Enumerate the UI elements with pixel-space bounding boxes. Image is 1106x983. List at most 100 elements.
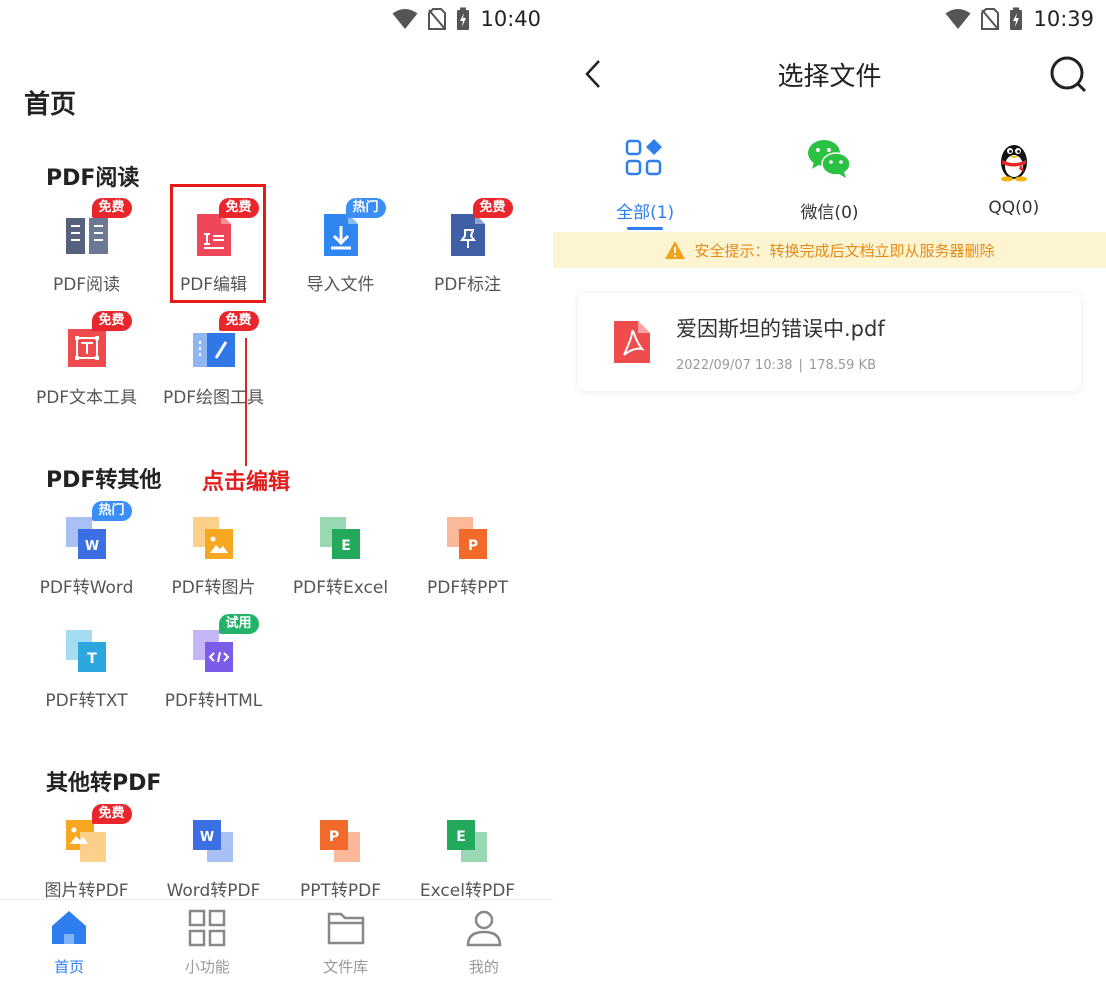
tool-image-to-pdf[interactable]: 免费 图片转PDF xyxy=(23,794,150,907)
tool-pdf-text[interactable]: 免费 PDF文本工具 xyxy=(23,301,150,414)
status-bar: 10:40 xyxy=(392,0,541,38)
pdf-to-image-icon xyxy=(191,515,237,561)
tab-wechat[interactable]: 微信(0) xyxy=(737,130,921,230)
pdf-to-other-grid: W 热门 PDF转Word PDF转图片 E PDF转Excel P PDF转P… xyxy=(23,491,531,717)
tool-label: PPT转PDF xyxy=(299,881,381,901)
pdf-read-icon: 免费 xyxy=(64,198,132,258)
tab-label: 微信(0) xyxy=(800,203,859,223)
badge-hot: 热门 xyxy=(345,198,386,218)
pdf-to-html-icon: 试用 xyxy=(191,614,259,674)
ppt-to-pdf-icon: P xyxy=(318,818,364,864)
tool-pdf-to-ppt[interactable]: P PDF转PPT xyxy=(404,491,531,604)
nav-label: 文件库 xyxy=(323,958,369,976)
other-to-pdf-grid: 免费 图片转PDF W Word转PDF P PPT转PDF E Excel转P… xyxy=(23,794,531,907)
page-title: 首页 xyxy=(24,90,77,120)
source-tabs: 全部(1) 微信(0) QQ(0) xyxy=(553,130,1106,230)
security-notice: 安全提示：转换完成后文档立即从服务器删除 xyxy=(553,232,1106,268)
svg-text:E: E xyxy=(341,538,351,554)
badge-free: 免费 xyxy=(91,804,132,824)
select-file-screen: 10:39 选择文件 全部(1) 微信(0) QQ(0) 安全提示：转换完成后文… xyxy=(553,0,1106,983)
home-icon xyxy=(52,911,87,944)
user-icon xyxy=(466,910,502,947)
tool-pdf-to-image[interactable]: PDF转图片 xyxy=(150,491,277,604)
tool-label: Word转PDF xyxy=(166,881,261,901)
tool-label: 导入文件 xyxy=(306,275,375,295)
tool-label: 图片转PDF xyxy=(44,881,129,901)
badge-free: 免费 xyxy=(472,198,513,218)
pdf-to-ppt-icon: P xyxy=(445,515,491,561)
status-bar: 10:39 xyxy=(945,0,1094,38)
tool-ppt-to-pdf[interactable]: P PPT转PDF xyxy=(277,794,404,907)
no-sim-icon xyxy=(981,8,1000,30)
tool-label: PDF阅读 xyxy=(52,275,121,295)
header-title: 选择文件 xyxy=(777,62,882,92)
tool-pdf-to-txt[interactable]: T PDF转TXT xyxy=(23,604,150,717)
search-icon[interactable] xyxy=(1048,54,1088,94)
tool-pdf-read[interactable]: 免费 PDF阅读 xyxy=(23,188,150,301)
pdf-to-word-icon: W 热门 xyxy=(64,501,132,561)
tool-label: PDF转PPT xyxy=(426,578,508,598)
battery-charging-icon xyxy=(1010,7,1023,30)
tool-label: PDF文本工具 xyxy=(35,388,138,408)
status-time: 10:39 xyxy=(1033,7,1094,31)
tab-label: 全部(1) xyxy=(616,203,675,223)
tool-label: Excel转PDF xyxy=(419,881,516,901)
wechat-icon xyxy=(808,140,852,178)
file-meta: 2022/09/07 10:38 | 178.59 KB xyxy=(676,358,876,373)
tool-import-file[interactable]: 热门 导入文件 xyxy=(277,188,404,301)
grid-icon xyxy=(189,909,226,947)
qq-icon xyxy=(1000,145,1027,182)
section-title-pdf-to-other: PDF转其他 xyxy=(46,468,162,493)
excel-to-pdf-icon: E xyxy=(445,818,491,864)
svg-text:P: P xyxy=(467,538,477,554)
file-name: 爱因斯坦的错误中.pdf xyxy=(676,317,885,341)
pdf-text-tool-icon: 免费 xyxy=(64,311,132,371)
nav-mine[interactable]: 我的 xyxy=(415,900,553,983)
nav-home[interactable]: 首页 xyxy=(0,900,138,983)
pdf-file-icon xyxy=(614,321,650,363)
warning-icon xyxy=(665,241,686,259)
tool-label: PDF标注 xyxy=(433,275,502,295)
badge-free: 免费 xyxy=(91,311,132,331)
bottom-nav: 首页 小功能 文件库 我的 xyxy=(0,899,553,983)
pdf-annotate-icon: 免费 xyxy=(445,198,513,258)
tool-label: PDF转HTML xyxy=(164,691,263,711)
highlight-box xyxy=(170,184,266,303)
tool-label: PDF转图片 xyxy=(171,578,256,598)
tool-pdf-to-excel[interactable]: E PDF转Excel xyxy=(277,491,404,604)
tool-excel-to-pdf[interactable]: E Excel转PDF xyxy=(404,794,531,907)
svg-text:W: W xyxy=(199,830,213,845)
file-item[interactable]: 爱因斯坦的错误中.pdf 2022/09/07 10:38 | 178.59 K… xyxy=(578,293,1081,391)
tool-label: PDF转TXT xyxy=(45,691,128,711)
file-date: 2022/09/07 10:38 xyxy=(676,358,793,373)
tab-underline xyxy=(627,227,664,230)
wifi-icon xyxy=(392,9,418,29)
tool-pdf-annotate[interactable]: 免费 PDF标注 xyxy=(404,188,531,301)
home-screen: 10:40 首页 PDF阅读 免费 PDF阅读 免费 PDF编辑 热门 导入文件… xyxy=(0,0,553,983)
nav-tools[interactable]: 小功能 xyxy=(138,900,276,983)
svg-text:E: E xyxy=(456,829,466,845)
tool-label: PDF转Word xyxy=(39,578,134,598)
all-files-icon xyxy=(625,139,663,176)
tab-qq[interactable]: QQ(0) xyxy=(922,130,1106,230)
wifi-icon xyxy=(945,9,971,29)
nav-label: 我的 xyxy=(468,958,499,976)
pdf-to-excel-icon: E xyxy=(318,515,364,561)
tool-pdf-draw[interactable]: 免费 PDF绘图工具 xyxy=(150,301,277,414)
pdf-to-txt-icon: T xyxy=(64,628,110,674)
nav-file-library[interactable]: 文件库 xyxy=(277,900,415,983)
badge-free: 免费 xyxy=(218,311,259,331)
meta-separator: | xyxy=(798,358,803,373)
svg-text:P: P xyxy=(328,829,338,845)
svg-text:W: W xyxy=(84,539,98,554)
tab-label: QQ(0) xyxy=(988,198,1040,218)
notice-text: 安全提示：转换完成后文档立即从服务器删除 xyxy=(694,241,995,260)
svg-text:T: T xyxy=(87,651,97,667)
tool-pdf-to-word[interactable]: W 热门 PDF转Word xyxy=(23,491,150,604)
tab-all[interactable]: 全部(1) xyxy=(553,130,737,230)
word-to-pdf-icon: W xyxy=(191,818,237,864)
tool-word-to-pdf[interactable]: W Word转PDF xyxy=(150,794,277,907)
tool-label: PDF绘图工具 xyxy=(162,388,265,408)
tool-pdf-to-html[interactable]: 试用 PDF转HTML xyxy=(150,604,277,717)
nav-label: 首页 xyxy=(54,958,85,976)
